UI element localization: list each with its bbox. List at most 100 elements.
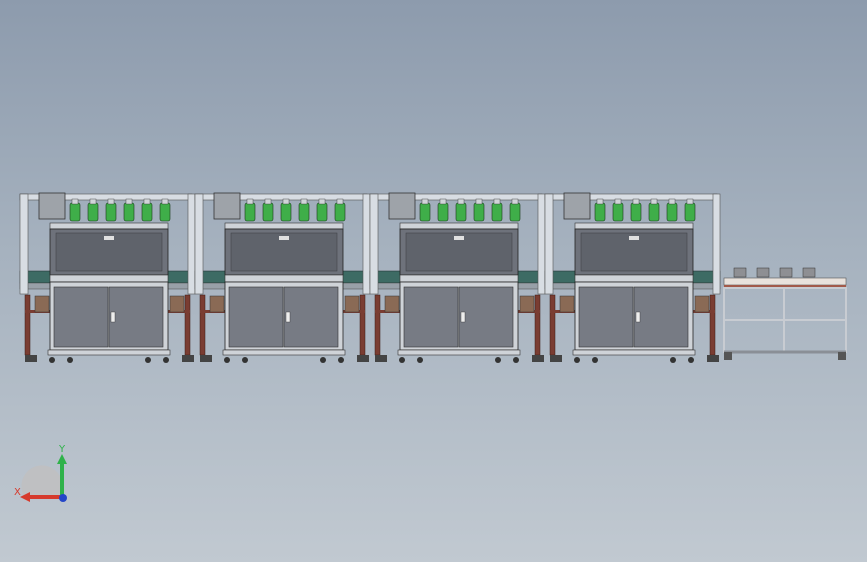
bottle: [594, 202, 606, 222]
coordinate-triad-icon: Y X: [14, 444, 67, 502]
panel-handle: [629, 236, 639, 240]
bottle-cap: [89, 198, 97, 205]
assembly-model[interactable]: [0, 0, 867, 562]
control-box: [213, 192, 241, 220]
rack-foot: [838, 352, 846, 360]
bottle-cap: [614, 198, 622, 205]
caster-wheel: [592, 357, 598, 363]
leg-foot: [200, 355, 212, 362]
frame-post-left: [194, 193, 204, 295]
cad-viewport[interactable]: Y X: [0, 0, 867, 562]
cabinet-divider: [224, 274, 344, 283]
cabinet-door-left: [403, 286, 459, 348]
rack-cap: [802, 267, 816, 278]
cabinet-base: [222, 349, 346, 356]
station-unit[interactable]: [544, 192, 721, 363]
panel-handle: [454, 236, 464, 240]
leg-foot: [182, 355, 194, 362]
cabinet-top-rail: [399, 222, 519, 230]
leg-foot: [707, 355, 719, 362]
motor-box: [169, 295, 185, 313]
leg-foot: [375, 355, 387, 362]
bottle: [437, 202, 449, 222]
cabinet-divider: [574, 274, 694, 283]
motor-box: [519, 295, 535, 313]
leg-foot: [25, 355, 37, 362]
cabinet-door-right: [633, 286, 689, 348]
frame-post-right: [537, 193, 546, 295]
cabinet-top-rail: [224, 222, 344, 230]
rack-cap: [756, 267, 770, 278]
bottle-cap: [421, 198, 429, 205]
bottle-cap: [125, 198, 133, 205]
side-leg: [534, 294, 541, 356]
station-unit[interactable]: [19, 192, 196, 363]
bottle: [141, 202, 153, 222]
side-leg: [374, 294, 381, 356]
caster-wheel: [67, 357, 73, 363]
bottle-cap: [143, 198, 151, 205]
cabinet-divider: [49, 274, 169, 283]
x-axis-label: X: [14, 487, 21, 498]
cabinet-door-left: [228, 286, 284, 348]
caster-wheel: [574, 357, 580, 363]
caster-wheel: [670, 357, 676, 363]
bottle-cap: [439, 198, 447, 205]
output-rack[interactable]: [723, 267, 847, 360]
bottle-cap: [596, 198, 604, 205]
leg-foot: [357, 355, 369, 362]
frame-post-left: [544, 193, 554, 295]
frame-post-right: [362, 193, 371, 295]
bottle: [334, 202, 346, 222]
cabinet-base: [572, 349, 696, 356]
y-axis-label: Y: [58, 444, 66, 455]
bottle-cap: [632, 198, 640, 205]
cabinet-door-left: [578, 286, 634, 348]
station-unit[interactable]: [194, 192, 371, 363]
cabinet-door-right: [283, 286, 339, 348]
caster-wheel: [224, 357, 230, 363]
panel-handle: [104, 236, 114, 240]
cabinet-top-rail: [49, 222, 169, 230]
door-lock: [635, 311, 641, 323]
side-leg: [359, 294, 366, 356]
bottle: [666, 202, 678, 222]
caster-wheel: [495, 357, 501, 363]
leg-foot: [532, 355, 544, 362]
motor-box: [694, 295, 710, 313]
frame-post-right: [712, 193, 721, 295]
frame-post-right: [187, 193, 196, 295]
cabinet-divider: [399, 274, 519, 283]
bottle: [123, 202, 135, 222]
bottle-cap: [161, 198, 169, 205]
motor-box: [209, 295, 225, 313]
door-lock: [460, 311, 466, 323]
rack-cap: [733, 267, 747, 278]
control-box: [38, 192, 66, 220]
bottle: [298, 202, 310, 222]
bottle: [87, 202, 99, 222]
bottle-cap: [686, 198, 694, 205]
cabinet-door-left: [53, 286, 109, 348]
caster-wheel: [242, 357, 248, 363]
side-leg: [199, 294, 206, 356]
side-leg: [549, 294, 556, 356]
bottle: [244, 202, 256, 222]
station-unit[interactable]: [369, 192, 546, 363]
bottle-cap: [246, 198, 254, 205]
bottle-cap: [264, 198, 272, 205]
bottle-cap: [71, 198, 79, 205]
bottle-cap: [300, 198, 308, 205]
caster-wheel: [49, 357, 55, 363]
cabinet-top-rail: [574, 222, 694, 230]
door-lock: [110, 311, 116, 323]
side-leg: [184, 294, 191, 356]
caster-wheel: [145, 357, 151, 363]
control-box: [388, 192, 416, 220]
motor-box: [344, 295, 360, 313]
bottle: [509, 202, 521, 222]
bottle: [316, 202, 328, 222]
bottle: [612, 202, 624, 222]
bottle-cap: [318, 198, 326, 205]
y-axis-arrowhead: [57, 454, 67, 464]
